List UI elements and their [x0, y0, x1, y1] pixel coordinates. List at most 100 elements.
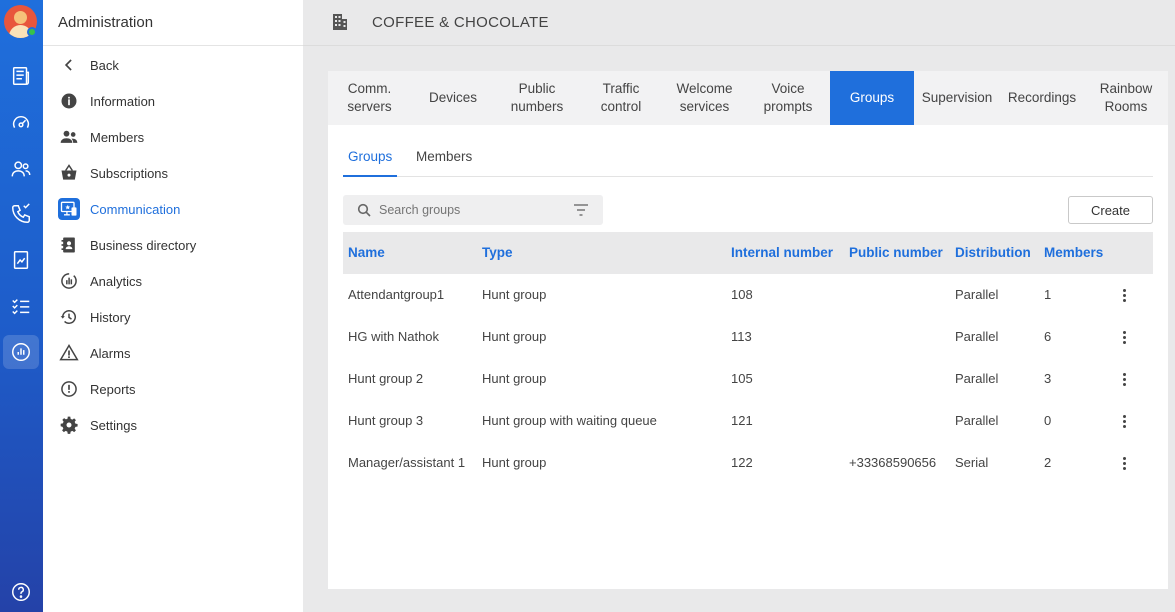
cell-members: 3	[1044, 371, 1052, 386]
subtab-bar: Groups Members	[343, 141, 1153, 177]
admin-sidebar: Administration Back Information Members …	[43, 0, 303, 612]
subtab-members[interactable]: Members	[416, 149, 472, 177]
column-header-members[interactable]: Members	[1044, 245, 1103, 260]
cell-type: Hunt group	[482, 371, 547, 386]
sidebar-item-label: Analytics	[90, 273, 143, 289]
filter-icon[interactable]	[573, 203, 589, 217]
files-icon[interactable]	[3, 243, 39, 277]
cell-name: Hunt group 3	[348, 413, 424, 428]
cell-distribution: Parallel	[955, 329, 999, 344]
company-name: COFFEE & CHOCOLATE	[372, 14, 549, 31]
page-header: COFFEE & CHOCOLATE	[303, 0, 1175, 46]
table-row[interactable]: Hunt group 3 Hunt group with waiting que…	[343, 400, 1153, 442]
sidebar-item-alarms[interactable]: Alarms	[58, 340, 130, 366]
history-icon	[58, 306, 80, 328]
tab-devices[interactable]: Devices	[411, 71, 495, 125]
sidebar-item-subscriptions[interactable]: Subscriptions	[58, 160, 168, 186]
column-header-internal-number[interactable]: Internal number	[731, 245, 833, 260]
cell-public-number: +33368590656	[849, 455, 937, 470]
sidebar-item-label: Business directory	[90, 237, 197, 253]
cell-name: Hunt group 2	[348, 371, 424, 386]
tab-supervision[interactable]: Supervision	[914, 71, 1000, 125]
tab-recordings[interactable]: Recordings	[1000, 71, 1084, 125]
sidebar-item-history[interactable]: History	[58, 304, 130, 330]
cell-members: 6	[1044, 329, 1052, 344]
sidebar-item-label: Subscriptions	[90, 165, 169, 181]
table-row[interactable]: HG with Nathok Hunt group 113 Parallel 6	[343, 316, 1153, 358]
chevron-left-icon	[58, 54, 80, 76]
tasks-icon[interactable]	[3, 289, 39, 323]
create-button[interactable]: Create	[1068, 196, 1153, 224]
sidebar-item-settings[interactable]: Settings	[58, 412, 137, 438]
sidebar-item-label: Settings	[90, 417, 137, 433]
sidebar-item-reports[interactable]: Reports	[58, 376, 136, 402]
cell-name: Attendantgroup1	[348, 287, 445, 302]
cell-distribution: Parallel	[955, 413, 999, 428]
search-input[interactable]	[379, 203, 559, 217]
more-options-icon[interactable]	[1115, 328, 1133, 346]
info-icon	[58, 90, 80, 112]
table-row[interactable]: Hunt group 2 Hunt group 105 Parallel 3	[343, 358, 1153, 400]
sidebar-item-information[interactable]: Information	[58, 88, 155, 114]
report-alert-icon	[58, 378, 80, 400]
sidebar-item-back[interactable]: Back	[58, 52, 119, 78]
app-rail	[0, 0, 43, 612]
presence-online-icon	[27, 27, 37, 37]
people-icon	[58, 126, 80, 148]
cell-distribution: Parallel	[955, 371, 999, 386]
cell-internal-number: 105	[731, 371, 753, 386]
cell-type: Hunt group with waiting queue	[482, 413, 657, 428]
phone-icon[interactable]	[3, 197, 39, 231]
cell-distribution: Parallel	[955, 287, 999, 302]
search-icon	[357, 203, 371, 217]
basket-icon	[58, 162, 80, 184]
cell-type: Hunt group	[482, 287, 547, 302]
news-icon[interactable]	[3, 59, 39, 93]
column-header-distribution[interactable]: Distribution	[955, 245, 1031, 260]
dashboard-icon[interactable]	[3, 106, 39, 140]
more-options-icon[interactable]	[1115, 370, 1133, 388]
sidebar-item-members[interactable]: Members	[58, 124, 144, 150]
communication-icon	[58, 198, 80, 220]
column-header-name[interactable]: Name	[348, 245, 385, 260]
sidebar-item-analytics[interactable]: Analytics	[58, 268, 142, 294]
sidebar-item-communication[interactable]: Communication	[58, 196, 180, 222]
tab-welcome-services[interactable]: Welcome services	[663, 71, 746, 125]
help-icon[interactable]	[3, 575, 39, 609]
tab-groups[interactable]: Groups	[830, 71, 914, 125]
tab-voice-prompts[interactable]: Voice prompts	[746, 71, 830, 125]
sidebar-item-business-directory[interactable]: Business directory	[58, 232, 196, 258]
sidebar-item-label: Communication	[90, 201, 181, 217]
tab-public-numbers[interactable]: Public numbers	[495, 71, 579, 125]
table-header: Name Type Internal number Public number …	[343, 232, 1153, 274]
sidebar-item-label: Alarms	[90, 345, 131, 361]
sidebar-item-label: Reports	[90, 381, 136, 397]
search-box	[343, 195, 603, 225]
gear-icon	[58, 414, 80, 436]
tab-rainbow-rooms[interactable]: Rainbow Rooms	[1084, 71, 1168, 125]
tab-bar: Comm. servers Devices Public numbers Tra…	[328, 71, 1168, 125]
analytics-icon	[58, 270, 80, 292]
cell-members: 1	[1044, 287, 1052, 302]
cell-type: Hunt group	[482, 329, 547, 344]
cell-type: Hunt group	[482, 455, 547, 470]
sidebar-item-label: History	[90, 309, 131, 325]
more-options-icon[interactable]	[1115, 286, 1133, 304]
subtab-groups[interactable]: Groups	[343, 149, 398, 177]
cell-members: 0	[1044, 413, 1052, 428]
cell-internal-number: 122	[731, 455, 753, 470]
table-row[interactable]: Attendantgroup1 Hunt group 108 Parallel …	[343, 274, 1153, 316]
sidebar-item-label: Information	[90, 93, 156, 109]
tab-comm-servers[interactable]: Comm. servers	[328, 71, 411, 125]
contacts-icon[interactable]	[3, 152, 39, 186]
administration-icon[interactable]	[3, 335, 39, 369]
table-row[interactable]: Manager/assistant 1 Hunt group 122 +3336…	[343, 442, 1153, 484]
building-icon	[333, 14, 347, 30]
more-options-icon[interactable]	[1115, 412, 1133, 430]
column-header-public-number[interactable]: Public number	[849, 245, 943, 260]
column-header-type[interactable]: Type	[482, 245, 513, 260]
tab-traffic-control[interactable]: Traffic control	[579, 71, 663, 125]
cell-name: HG with Nathok	[348, 329, 440, 344]
more-options-icon[interactable]	[1115, 454, 1133, 472]
cell-distribution: Serial	[955, 455, 989, 470]
